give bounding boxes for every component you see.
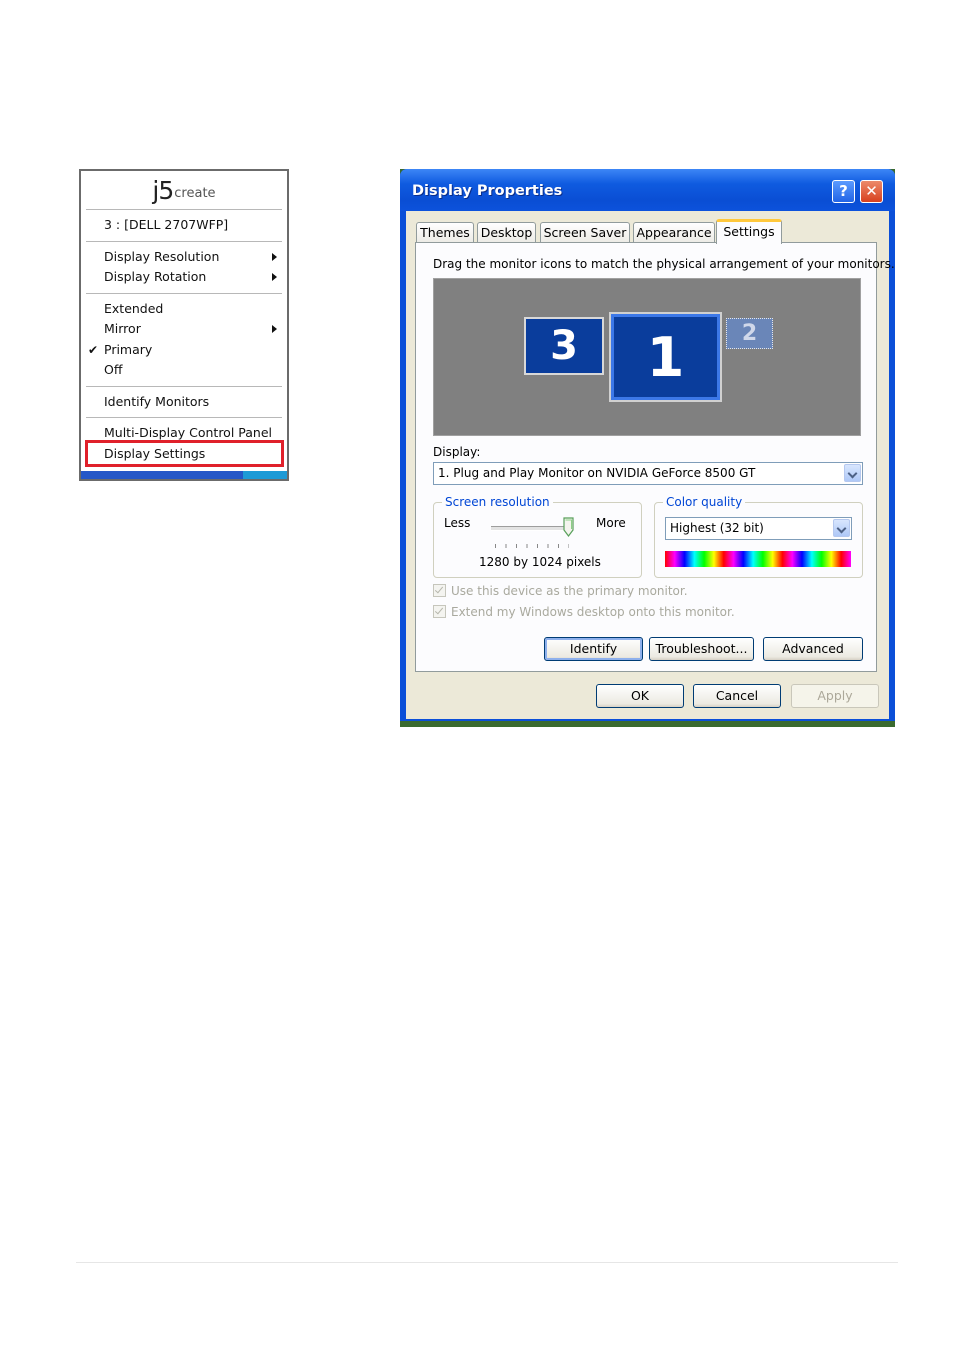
tab-label: Themes: [420, 225, 470, 240]
color-quality-title: Color quality: [663, 495, 746, 509]
tab-label: Desktop: [480, 225, 533, 240]
chevron-down-icon[interactable]: [833, 519, 850, 537]
display-label: Display:: [433, 445, 481, 459]
tab-screen-saver[interactable]: Screen Saver: [540, 222, 630, 243]
menu-item-label: Off: [104, 362, 123, 377]
monitor-1-icon[interactable]: 1: [609, 312, 722, 402]
menu-item-identify-monitors[interactable]: Identify Monitors: [81, 392, 287, 413]
chevron-down-icon[interactable]: [844, 464, 861, 482]
menu-item-label: Primary: [104, 341, 153, 357]
menu-item-label: 3 : [DELL 2707WFP]: [104, 217, 229, 232]
tab-label: Settings: [723, 224, 775, 239]
slider-less-label: Less: [444, 516, 471, 530]
display-properties-window: Display Properties ? ✕ Themes Desktop Sc…: [400, 169, 895, 727]
window-title: Display Properties: [412, 183, 563, 199]
j5create-logo: j5 create: [81, 171, 287, 209]
menu-item-label: Mirror: [104, 321, 141, 336]
checkbox-icon: [433, 584, 446, 597]
checkbox-icon: [433, 605, 446, 618]
monitor-2-icon[interactable]: 2: [726, 318, 773, 349]
primary-monitor-checkbox[interactable]: Use this device as the primary monitor.: [433, 584, 688, 598]
advanced-button[interactable]: Advanced: [763, 637, 863, 661]
close-button[interactable]: ✕: [860, 180, 883, 203]
monitor-number: 1: [646, 325, 685, 389]
submenu-arrow-icon: [272, 252, 277, 261]
logo-j5: j5: [152, 175, 174, 205]
monitor-number: 3: [550, 323, 578, 369]
resolution-slider-ticks: [495, 544, 569, 548]
menu-item-label: Identify Monitors: [104, 393, 210, 409]
footer-divider: [76, 1262, 898, 1263]
identify-button[interactable]: Identify: [544, 637, 643, 661]
window-client-area: Themes Desktop Screen Saver Appearance S…: [406, 211, 895, 719]
resolution-slider-track[interactable]: [491, 526, 571, 531]
resolution-value: 1280 by 1024 pixels: [479, 555, 601, 569]
tab-themes[interactable]: Themes: [416, 222, 474, 243]
menu-item-display-resolution[interactable]: Display Resolution: [81, 247, 287, 268]
menu-item-extended[interactable]: Extended: [81, 299, 287, 320]
checkbox-label: Use this device as the primary monitor.: [451, 584, 688, 598]
slider-more-label: More: [596, 516, 626, 530]
tab-label: Appearance: [636, 225, 712, 240]
color-quality-select[interactable]: Highest (32 bit): [665, 517, 852, 540]
checkmark-icon: ✔: [88, 342, 99, 357]
extend-desktop-checkbox[interactable]: Extend my Windows desktop onto this moni…: [433, 605, 735, 619]
screen-resolution-group: Screen resolution Less More 1280 by 1024…: [433, 495, 642, 578]
close-icon: ✕: [865, 182, 878, 200]
tab-desktop[interactable]: Desktop: [477, 222, 536, 243]
submenu-arrow-icon: [272, 325, 277, 333]
submenu-arrow-icon: [272, 273, 277, 281]
color-spectrum-bar: [665, 551, 851, 567]
apply-button[interactable]: Apply: [791, 684, 879, 708]
tab-settings[interactable]: Settings: [716, 219, 782, 244]
logo-create: create: [174, 185, 216, 201]
monitor-3-icon[interactable]: 3: [524, 317, 604, 375]
monitor-number: 2: [741, 321, 758, 346]
checkbox-label: Extend my Windows desktop onto this moni…: [451, 605, 735, 619]
tab-appearance[interactable]: Appearance: [633, 222, 715, 243]
color-quality-group: Color quality Highest (32 bit): [654, 495, 863, 578]
monitor-arrangement-area[interactable]: 3 1 2: [433, 278, 861, 436]
highlight-box: [85, 440, 284, 467]
menu-item-off[interactable]: Off: [81, 360, 287, 381]
menu-item-monitor[interactable]: 3 : [DELL 2707WFP]: [81, 215, 287, 236]
menu-item-label: Multi-Display Control Panel: [104, 425, 272, 440]
display-select-value: 1. Plug and Play Monitor on NVIDIA GeFor…: [438, 466, 756, 480]
menu-item-display-rotation[interactable]: Display Rotation: [81, 267, 287, 288]
display-select[interactable]: 1. Plug and Play Monitor on NVIDIA GeFor…: [433, 462, 863, 485]
menu-item-label: Extended: [104, 300, 164, 316]
taskbar-strip: [81, 471, 287, 479]
title-bar[interactable]: Display Properties ? ✕: [400, 169, 895, 211]
settings-tab-page: Drag the monitor icons to match the phys…: [415, 242, 895, 672]
resolution-slider-thumb[interactable]: [563, 517, 574, 537]
j5create-context-menu: j5 create 3 : [DELL 2707WFP] Display Reso…: [79, 169, 289, 481]
menu-item-mirror[interactable]: Mirror: [81, 319, 287, 340]
screen-resolution-title: Screen resolution: [442, 495, 553, 509]
help-icon: ?: [839, 182, 848, 200]
system-tray: [243, 471, 287, 479]
menu-item-label: Display Resolution: [104, 248, 220, 264]
cancel-button[interactable]: Cancel: [693, 684, 781, 708]
menu-item-label: Display Rotation: [104, 269, 207, 284]
help-button[interactable]: ?: [832, 180, 855, 203]
menu-item-primary[interactable]: ✔ Primary: [81, 340, 287, 361]
color-quality-value: Highest (32 bit): [670, 521, 764, 535]
instruction-text: Drag the monitor icons to match the phys…: [433, 257, 895, 271]
ok-button[interactable]: OK: [596, 684, 684, 708]
troubleshoot-button[interactable]: Troubleshoot...: [649, 637, 754, 661]
tab-label: Screen Saver: [543, 225, 627, 240]
